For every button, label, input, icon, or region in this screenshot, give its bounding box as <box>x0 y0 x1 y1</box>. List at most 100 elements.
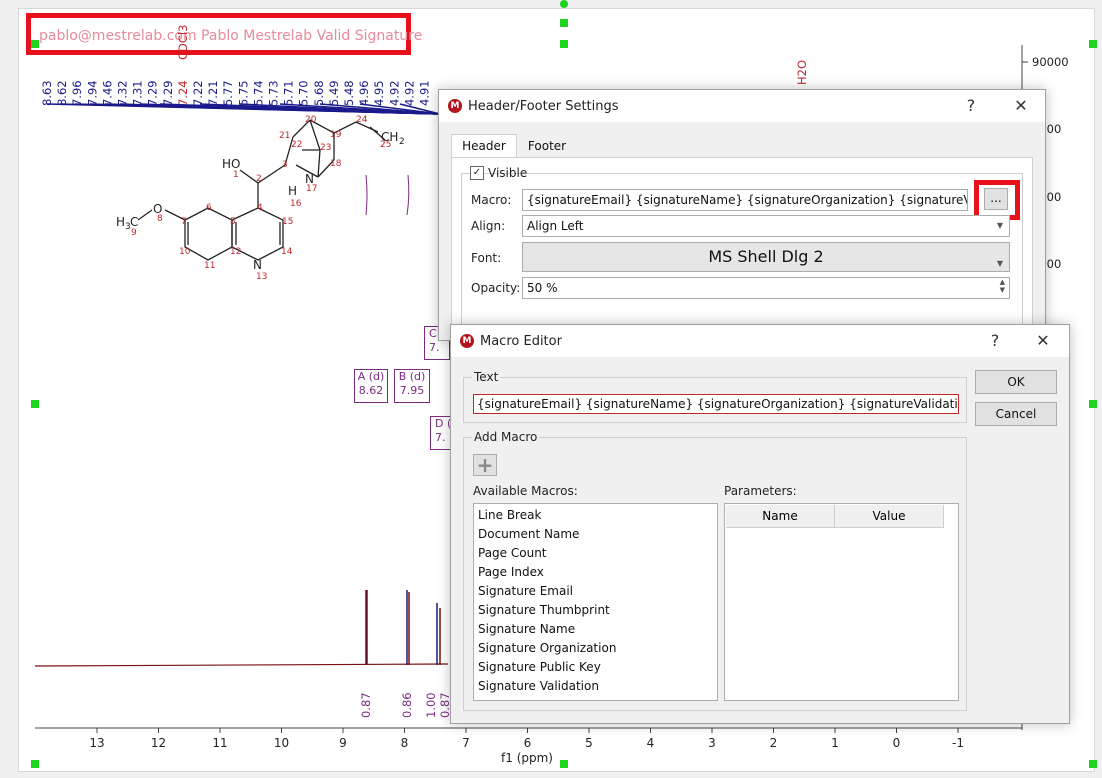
methylene-subscript: 2 <box>399 137 405 147</box>
atom-number-label: 20 <box>305 115 317 125</box>
atom-number-label: 5 <box>230 217 236 227</box>
peak-shift-label: 7.46 <box>100 80 114 106</box>
macro-item-signature-validation[interactable]: Signature Validation <box>474 677 717 696</box>
peak-shift-label: 5.49 <box>327 80 341 106</box>
peak-shift-label: 7.21 <box>206 80 220 106</box>
tab-header[interactable]: Header <box>451 134 517 158</box>
tab-footer[interactable]: Footer <box>519 137 575 159</box>
multiplet-label-b[interactable]: B (d) 7.95 <box>394 369 430 403</box>
peak-shift-label: 7.24 <box>176 80 190 106</box>
atom-number-label: 9 <box>131 228 137 238</box>
solvent-label: CDCl3 <box>176 25 190 60</box>
peak-shift-label: 4.96 <box>357 80 371 106</box>
available-macros-label: Available Macros: <box>473 484 578 498</box>
macro-editor-dialog[interactable]: M Macro Editor ? ✕ Text {signatureEmail}… <box>450 324 1070 724</box>
available-macros-list[interactable]: Line Break Document Name Page Count Page… <box>473 503 718 701</box>
header-footer-titlebar[interactable]: M Header/Footer Settings ? ✕ <box>439 90 1045 122</box>
align-label: Align: <box>471 219 506 233</box>
x-tick-label: 7 <box>462 736 470 750</box>
peak-shift-label: 8.62 <box>55 80 69 106</box>
atom-number-label: 2 <box>256 174 262 184</box>
atom-number-label: 10 <box>179 247 191 257</box>
peak-shift-label: 5.71 <box>282 80 296 106</box>
macro-item-page-count[interactable]: Page Count <box>474 544 717 563</box>
x-axis-ticks: 13 12 11 10 9 8 7 6 5 4 3 2 1 0 -1 <box>89 728 964 750</box>
parameters-label: Parameters: <box>724 484 797 498</box>
spectrum-peaks <box>365 590 441 665</box>
cancel-button[interactable]: Cancel <box>975 402 1057 426</box>
macro-item-signature-name[interactable]: Signature Name <box>474 620 717 639</box>
add-macro-button[interactable]: + <box>473 454 497 476</box>
spin-arrows-icon[interactable]: ▲ ▼ <box>1000 278 1005 294</box>
macro-item-page-index[interactable]: Page Index <box>474 563 717 582</box>
param-header-value[interactable]: Value <box>835 505 944 528</box>
quinoline-nitrogen-label: N <box>253 258 262 272</box>
x-tick-label: -1 <box>952 736 964 750</box>
peak-shift-label: 4.91 <box>418 80 432 106</box>
peak-shift-label: 5.73 <box>267 80 281 106</box>
x-tick-label: 0 <box>893 736 901 750</box>
macro-text-field[interactable]: {signatureEmail} {signatureName} {signat… <box>473 394 959 414</box>
macro-item-signature-email[interactable]: Signature Email <box>474 582 717 601</box>
param-header-name[interactable]: Name <box>726 505 835 528</box>
peak-shift-label: 5.48 <box>342 80 356 106</box>
peak-shift-label: 5.74 <box>251 80 265 106</box>
peak-shift-label: 5.68 <box>312 80 326 106</box>
close-icon[interactable]: ✕ <box>1011 96 1031 115</box>
atom-number-label: 13 <box>256 272 267 282</box>
integral-value: 0.87 <box>359 692 373 718</box>
x-tick-label: 3 <box>708 736 716 750</box>
atom-number-label: 15 <box>282 217 293 227</box>
visible-label: Visible <box>488 166 528 180</box>
macro-label: Macro: <box>471 193 512 207</box>
chevron-down-icon: ▼ <box>996 221 1003 230</box>
x-tick-label: 8 <box>401 736 409 750</box>
atom-number-label: 16 <box>290 199 302 209</box>
peak-shift-label: 7.22 <box>191 80 205 106</box>
ok-button[interactable]: OK <box>975 370 1057 394</box>
atom-number-label: 19 <box>330 130 342 140</box>
peak-shift-label: 4.95 <box>372 80 386 106</box>
x-tick-label: 5 <box>585 736 593 750</box>
macro-item-signature-organization[interactable]: Signature Organization <box>474 639 717 658</box>
atom-number-label: 6 <box>206 203 212 213</box>
x-tick-label: 6 <box>524 736 532 750</box>
atom-number-label: 24 <box>356 115 368 125</box>
methyl-carbon-label: C <box>130 215 138 229</box>
opacity-spinbox[interactable]: 50 % ▲ ▼ <box>522 277 1010 299</box>
molecule-labels: HOCH 2H 3 CONNH1 234567891011121314151617181… <box>116 115 405 282</box>
water-label: H2O <box>795 60 809 85</box>
peak-shift-label: 7.31 <box>131 80 145 106</box>
macro-field[interactable]: {signatureEmail} {signatureName} {signat… <box>522 189 968 211</box>
atom-number-label: 11 <box>204 261 215 271</box>
multiplet-label-a[interactable]: A (d) 8.62 <box>354 369 388 403</box>
font-select[interactable]: MS Shell Dlg 2 ▼ <box>522 242 1010 272</box>
atom-number-label: 4 <box>257 203 263 213</box>
integral-value: 0.86 <box>400 692 414 718</box>
x-tick-label: 12 <box>151 736 166 750</box>
atom-number-label: 22 <box>291 140 302 150</box>
integral-value: 1.00 <box>424 692 438 718</box>
integral-values: 0.87 0.86 1.00 0.87 <box>359 692 452 718</box>
x-axis-title: f1 (ppm) <box>501 751 553 765</box>
header-footer-dialog[interactable]: M Header/Footer Settings ? ✕ Header Foot… <box>438 89 1046 373</box>
add-macro-group-title: Add Macro <box>472 430 540 444</box>
peak-shift-label: 7.29 <box>146 80 160 106</box>
peak-shift-label: 8.63 <box>40 80 54 106</box>
align-select[interactable]: Align Left ▼ <box>522 215 1010 237</box>
macro-item-document-name[interactable]: Document Name <box>474 525 717 544</box>
x-tick-label: 2 <box>770 736 778 750</box>
macro-editor-titlebar[interactable]: M Macro Editor ? ✕ <box>451 325 1069 357</box>
visible-checkbox[interactable]: ✓ <box>470 166 484 180</box>
peak-shift-label: 7.32 <box>116 80 130 106</box>
help-icon[interactable]: ? <box>961 96 981 115</box>
mnova-app-icon: M <box>448 99 462 113</box>
parameters-table[interactable]: Name Value <box>724 503 959 701</box>
plus-icon: + <box>476 453 494 477</box>
macro-item-signature-public-key[interactable]: Signature Public Key <box>474 658 717 677</box>
macro-item-line-break[interactable]: Line Break <box>474 506 717 525</box>
help-icon[interactable]: ? <box>985 331 1005 350</box>
font-label: Font: <box>471 251 502 265</box>
macro-item-signature-thumbprint[interactable]: Signature Thumbprint <box>474 601 717 620</box>
close-icon[interactable]: ✕ <box>1033 331 1053 350</box>
